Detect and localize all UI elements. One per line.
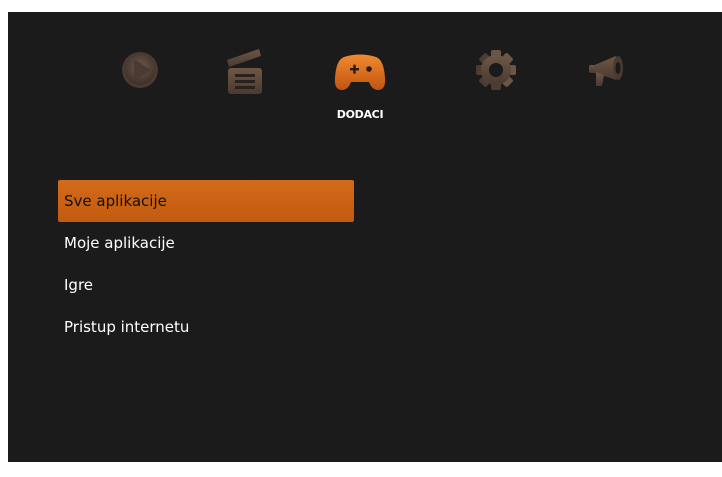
megaphone-icon[interactable] [576,40,636,100]
category-bar: DODACI [8,12,722,142]
tv-screen: DODACI Sve aplikacije Moje aplikacije Ig… [8,12,722,462]
clapperboard-icon[interactable] [215,40,275,100]
gear-icon[interactable] [466,40,526,100]
play-icon[interactable] [110,40,170,100]
active-category-label: DODACI [336,108,384,121]
menu-item-games[interactable]: Igre [58,264,354,306]
gamepad-icon[interactable] [330,40,390,100]
menu-item-all-apps[interactable]: Sve aplikacije [58,180,354,222]
menu-item-my-apps[interactable]: Moje aplikacije [58,222,354,264]
menu-item-internet-access[interactable]: Pristup internetu [58,306,354,348]
apps-menu: Sve aplikacije Moje aplikacije Igre Pris… [58,180,354,348]
